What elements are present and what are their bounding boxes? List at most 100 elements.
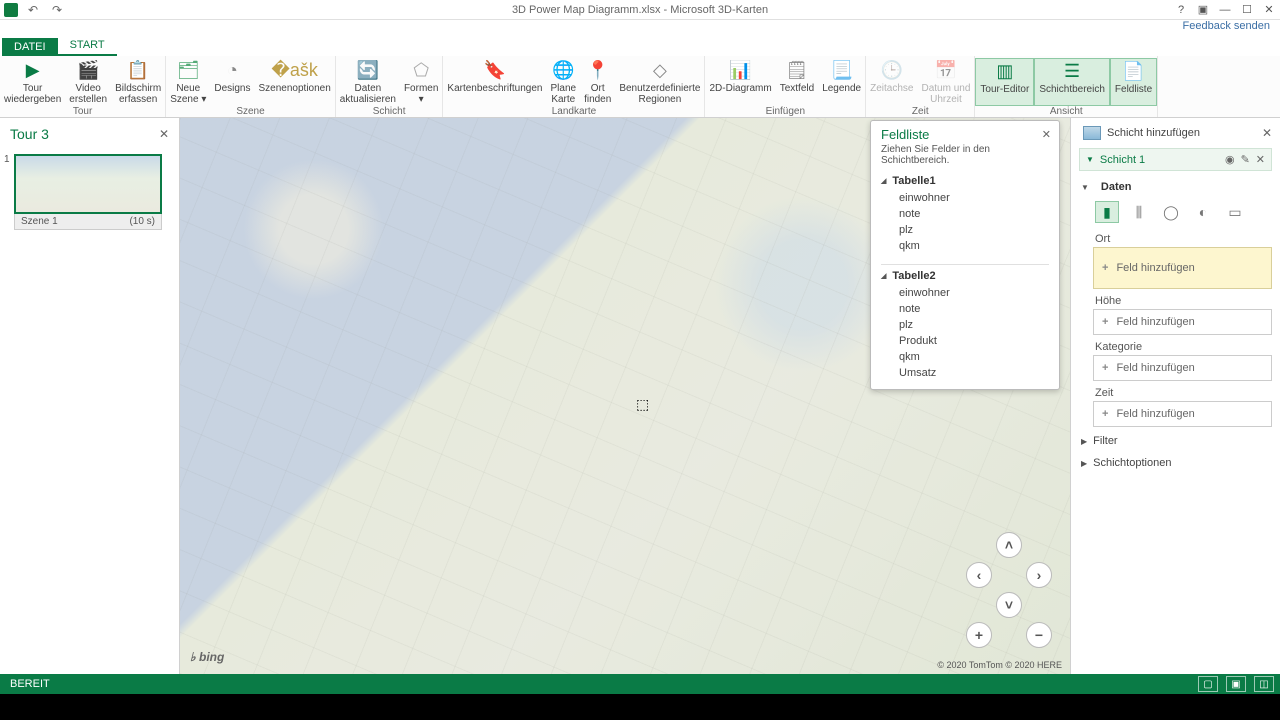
ribbon-sceneopt-button[interactable]: �aškSzenenoptionen [255,58,335,106]
ribbon-newscene-button[interactable]: 🗂NeueSzene ▾ [166,58,210,106]
layer-panel: Schicht hinzufügen ✕ ▼ Schicht 1 ◉ ✎ ✕ ▼… [1070,118,1280,674]
ort-drop-zone[interactable]: + Feld hinzufügen [1093,247,1272,289]
ribbon-findloc-button[interactable]: 📍Ortfinden [580,58,615,106]
viz-heatmap[interactable]: ◐ [1191,201,1215,223]
redo-button[interactable]: ↷ [48,1,66,19]
designs-label: Designs [214,83,250,94]
ribbon-shapes-button[interactable]: ⬠Formen▾ [400,58,442,106]
sceneopt-label: Szenenoptionen [259,83,331,94]
data-section-toggle[interactable]: ▼ Daten [1081,179,1272,195]
delete-layer-icon[interactable]: ✕ [1256,153,1265,166]
status-ready: BEREIT [10,678,50,690]
status-view-3[interactable]: ◫ [1254,676,1274,692]
layer-panel-close-button[interactable]: ✕ [1262,126,1272,140]
map-nav-controls: ˄ ‹ › ˅ + − [966,532,1054,650]
chart2d-label: 2D-Diagramm [709,83,771,94]
ribbon-flatmap-button[interactable]: 🌐PlaneKarte [546,58,580,106]
ribbon-fieldlist-button[interactable]: 📄Feldliste [1110,58,1157,106]
layer-name: Schicht 1 [1100,154,1145,166]
chart2d-icon: 📊 [729,58,753,82]
fieldlist-close-button[interactable]: ✕ [1042,128,1051,141]
status-view-2[interactable]: ▣ [1226,676,1246,692]
filter-section-toggle[interactable]: ▶ Filter [1079,431,1272,449]
layer-options-toggle[interactable]: ▶ Schichtoptionen [1079,453,1272,471]
ribbon-designs-button[interactable]: ◔Designs [210,58,254,106]
help-button[interactable]: ? [1170,1,1192,19]
fieldlist-field[interactable]: note [881,301,1049,317]
fieldlist-field[interactable]: qkm [881,238,1049,254]
ribbon-group-label: Einfügen [705,106,865,118]
layer-options-label: Schichtoptionen [1093,457,1171,469]
undo-button[interactable]: ↶ [24,1,42,19]
chevron-down-icon: ▼ [1086,155,1094,164]
fieldlist-field[interactable]: note [881,206,1049,222]
viz-stacked-column[interactable]: ▮ [1095,201,1119,223]
fieldlist-field[interactable]: Produkt [881,333,1049,349]
chevron-down-icon: ▼ [1081,183,1089,192]
fieldlist-field[interactable]: plz [881,317,1049,333]
ribbon-textbox-button[interactable]: 🗒Textfeld [776,58,818,106]
tab-file[interactable]: DATEI [2,38,58,56]
tilt-up-button[interactable]: ˄ [996,532,1022,558]
ribbon-toureditor-button[interactable]: ▥Tour-Editor [975,58,1034,106]
feedback-link[interactable]: Feedback senden [0,20,1280,36]
zoom-out-button[interactable]: − [1026,622,1052,648]
chevron-right-icon: ▶ [1081,437,1087,446]
status-view-1[interactable]: ▢ [1198,676,1218,692]
ribbon-group-label: Landkarte [443,106,704,118]
app-icon [4,3,18,17]
close-button[interactable]: ✕ [1258,1,1280,19]
legend-label: Legende [822,83,861,94]
hoehe-drop-zone[interactable]: + Feld hinzufügen [1093,309,1272,335]
fieldlist-field[interactable]: qkm [881,349,1049,365]
scene-item[interactable]: 1 Szene 1 (10 s) [10,154,169,230]
visibility-icon[interactable]: ◉ [1225,153,1235,166]
kategorie-drop-zone[interactable]: + Feld hinzufügen [1093,355,1272,381]
ribbon-group-label: Ansicht [975,106,1157,118]
tilt-down-button[interactable]: ˅ [996,592,1022,618]
rotate-right-button[interactable]: › [1026,562,1052,588]
ribbon-custreg-button[interactable]: ◇BenutzerdefinierteRegionen [615,58,704,106]
fieldlist-field[interactable]: plz [881,222,1049,238]
rename-icon[interactable]: ✎ [1241,153,1250,166]
fieldlist-icon: 📄 [1122,59,1146,83]
designs-icon: ◔ [220,58,244,82]
fieldlist-title: Feldliste [881,127,929,142]
ribbon-layerpane-button[interactable]: ☰Schichtbereich [1034,58,1110,106]
ribbon-play-button[interactable]: ▶Tourwiedergeben [0,58,65,106]
plus-icon: + [1102,262,1108,274]
fieldlist-table-name[interactable]: Tabelle1 [881,172,1049,190]
rotate-left-button[interactable]: ‹ [966,562,992,588]
ribbon-screenshot-button[interactable]: 📋Bildschirmerfassen [111,58,165,106]
zeit-drop-zone[interactable]: + Feld hinzufügen [1093,401,1272,427]
viz-clustered-column[interactable]: ⫼ [1127,201,1151,223]
ribbon-maplabels-button[interactable]: 🔖Kartenbeschriftungen [443,58,546,106]
tour-close-button[interactable]: ✕ [159,127,169,141]
maximize-button[interactable]: ☐ [1236,1,1258,19]
ribbon-video-button[interactable]: 🎬Videoerstellen [65,58,111,106]
plus-icon: + [1102,362,1108,374]
options-button[interactable]: ▣ [1192,1,1214,19]
ribbon-chart2d-button[interactable]: 📊2D-Diagramm [705,58,775,106]
fieldlist-field[interactable]: einwohner [881,190,1049,206]
layer-header[interactable]: ▼ Schicht 1 ◉ ✎ ✕ [1079,148,1272,171]
ribbon-refresh-button[interactable]: 🔄Datenaktualisieren [336,58,400,106]
scene-thumbnail[interactable] [14,154,162,214]
tour-panel: Tour 3 ✕ 1 Szene 1 (10 s) [0,118,180,674]
map-viewport[interactable]: ⬚ ♭ bing © 2020 TomTom © 2020 HERE Feldl… [180,118,1070,674]
ribbon-legend-button[interactable]: 📃Legende [818,58,865,106]
fieldlist-panel[interactable]: Feldliste ✕ Ziehen Sie Felder in den Sch… [870,120,1060,390]
zoom-in-button[interactable]: + [966,622,992,648]
add-layer-button[interactable]: Schicht hinzufügen [1079,122,1204,144]
viz-bubble[interactable]: ◯ [1159,201,1183,223]
visualization-type-row: ▮ ⫼ ◯ ◐ ▭ [1093,195,1272,227]
viz-region[interactable]: ▭ [1223,201,1247,223]
minimize-button[interactable]: — [1214,1,1236,19]
fieldlist-field[interactable]: Umsatz [881,365,1049,381]
fieldlist-table-name[interactable]: Tabelle2 [881,267,1049,285]
map-credits: © 2020 TomTom © 2020 HERE [937,660,1062,670]
play-icon: ▶ [21,58,45,82]
newscene-icon: 🗂 [176,58,200,82]
tab-start[interactable]: START [58,36,117,56]
fieldlist-field[interactable]: einwohner [881,285,1049,301]
